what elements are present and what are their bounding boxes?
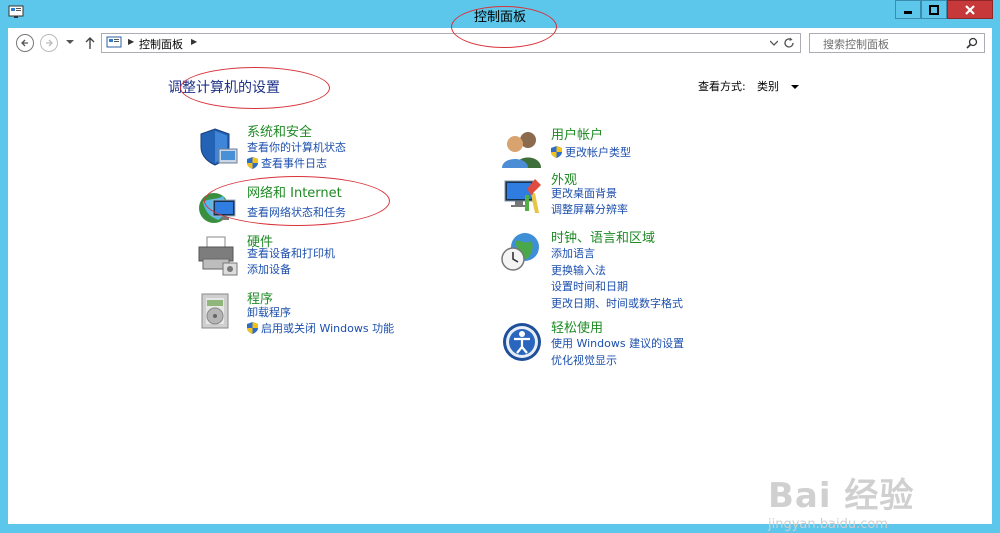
view-by-value: 类别 — [757, 80, 779, 93]
search-icon[interactable] — [966, 37, 978, 49]
link-change-date-time-number-format[interactable]: 更改日期、时间或数字格式 — [551, 295, 683, 311]
address-bar[interactable]: ▶ 控制面板 ▶ — [101, 33, 801, 53]
category-title[interactable]: 系统和安全 — [247, 121, 312, 140]
link-add-device[interactable]: 添加设备 — [247, 261, 291, 277]
forward-button[interactable] — [40, 34, 58, 52]
link-view-computer-status[interactable]: 查看你的计算机状态 — [247, 139, 346, 155]
annotation-ellipse-heading — [180, 67, 330, 109]
appearance-monitor-icon — [504, 179, 541, 213]
link-change-account-type[interactable]: 更改帐户类型 — [551, 144, 631, 160]
forward-arrow-icon — [46, 39, 53, 47]
view-by-label: 查看方式: — [698, 80, 746, 93]
uac-shield-icon — [551, 146, 562, 158]
minimize-button[interactable] — [895, 0, 921, 19]
up-arrow-icon[interactable] — [84, 36, 96, 50]
programs-icon — [201, 293, 229, 329]
link-uninstall-program[interactable]: 卸载程序 — [247, 304, 291, 320]
link-view-event-log[interactable]: 查看事件日志 — [247, 155, 327, 171]
clock-globe-icon — [501, 233, 539, 271]
watermark-brand: Bai 经验 — [768, 476, 915, 516]
address-dropdown-icon[interactable] — [770, 40, 778, 46]
category-title[interactable]: 轻松使用 — [551, 317, 603, 336]
link-windows-recommended-settings[interactable]: 使用 Windows 建议的设置 — [551, 335, 684, 351]
link-add-language[interactable]: 添加语言 — [551, 245, 595, 261]
control-panel-small-icon — [106, 36, 122, 48]
link-change-input-method[interactable]: 更换输入法 — [551, 262, 606, 278]
link-adjust-resolution[interactable]: 调整屏幕分辨率 — [551, 201, 628, 217]
baidu-watermark: Bai 经验 jingyan.baidu.com — [768, 468, 914, 532]
watermark-url: jingyan.baidu.com — [768, 517, 888, 532]
link-optimize-visual-display[interactable]: 优化视觉显示 — [551, 352, 617, 368]
category-title[interactable]: 用户帐户 — [551, 124, 603, 143]
recent-pages-chevron-icon[interactable] — [66, 39, 74, 45]
content-area: ▶ 控制面板 ▶ 搜索控制面板 调整计算机的设置 查看方式: 类别 系统和安全 … — [8, 6, 992, 532]
minimize-icon — [904, 10, 912, 14]
dropdown-arrow-icon — [790, 85, 799, 89]
breadcrumb-separator-icon[interactable]: ▶ — [128, 37, 134, 46]
breadcrumb-expand-icon[interactable]: ▶ — [191, 37, 197, 46]
refresh-icon[interactable] — [783, 37, 795, 49]
printer-icon — [198, 236, 238, 276]
back-button[interactable] — [16, 34, 34, 52]
system-security-shield-icon — [200, 128, 238, 166]
annotation-ellipse-network — [204, 176, 390, 226]
category-title[interactable]: 时钟、语言和区域 — [551, 227, 655, 246]
view-by-dropdown[interactable]: 类别 — [757, 78, 799, 94]
close-icon — [965, 4, 975, 15]
user-accounts-icon — [502, 132, 541, 168]
uac-shield-icon — [247, 322, 258, 334]
link-change-desktop-background[interactable]: 更改桌面背景 — [551, 185, 617, 201]
link-set-date-time[interactable]: 设置时间和日期 — [551, 278, 628, 294]
annotation-ellipse-title — [451, 6, 557, 48]
back-arrow-icon — [21, 39, 28, 47]
window-frame: 控制面板 ▶ 控制面板 ▶ 搜索控制面板 调整计算机的设置 查看方式: 类别 系… — [0, 0, 1000, 533]
search-box[interactable]: 搜索控制面板 — [809, 33, 985, 53]
maximize-button[interactable] — [921, 0, 947, 19]
breadcrumb-control-panel[interactable]: 控制面板 — [139, 36, 183, 52]
link-view-devices-printers[interactable]: 查看设备和打印机 — [247, 245, 335, 261]
ease-of-access-icon — [503, 323, 541, 361]
search-placeholder: 搜索控制面板 — [823, 38, 889, 51]
close-button[interactable] — [947, 0, 993, 19]
link-windows-features[interactable]: 启用或关闭 Windows 功能 — [247, 320, 394, 336]
maximize-icon — [929, 4, 939, 15]
uac-shield-icon — [247, 157, 258, 169]
